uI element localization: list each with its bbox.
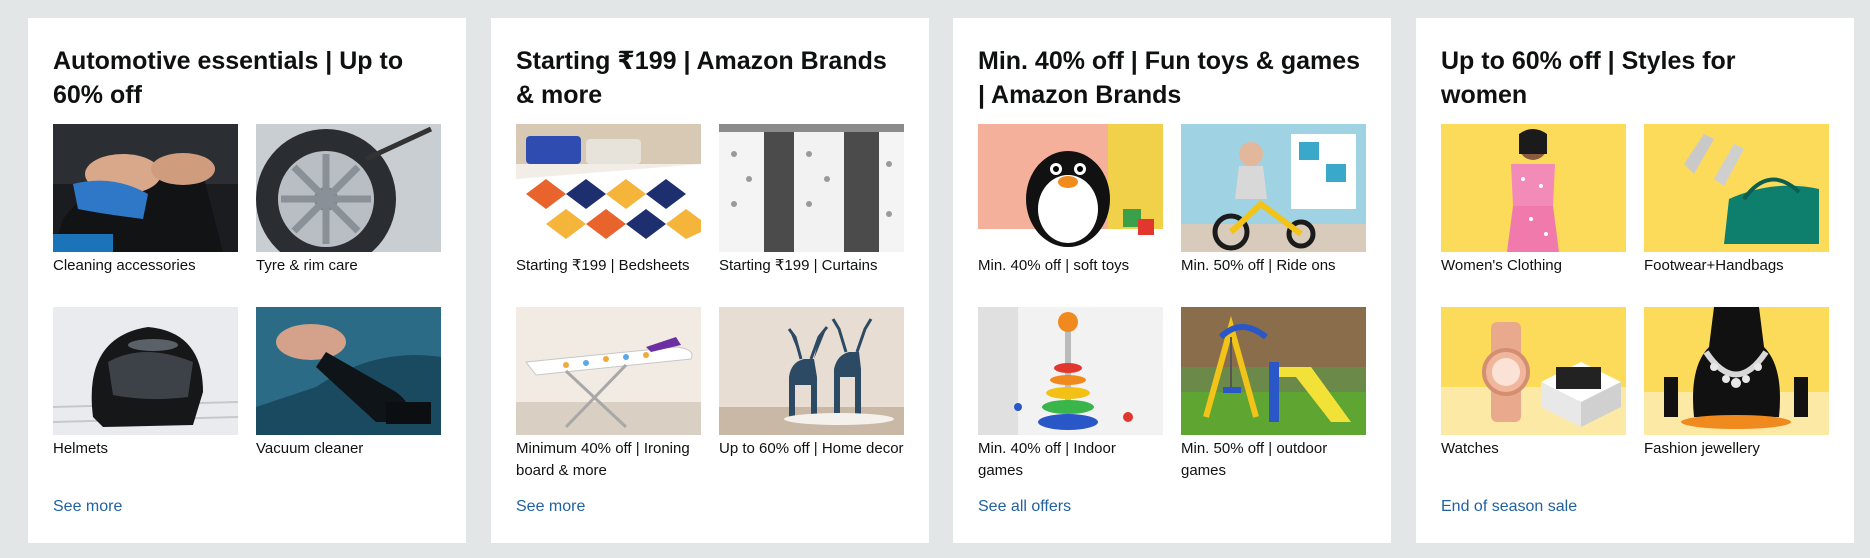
tile-ironing-board[interactable]: Minimum 40% off | Ironing board & more bbox=[516, 307, 701, 482]
tile-home-decor[interactable]: Up to 60% off | Home decor bbox=[719, 307, 904, 460]
necklace-image[interactable] bbox=[1644, 307, 1829, 435]
tile-fashion-jewellery[interactable]: Fashion jewellery bbox=[1644, 307, 1829, 460]
car-cleaning-image[interactable] bbox=[53, 124, 238, 252]
card-title: Automotive essentials | Up to 60% off bbox=[53, 47, 404, 109]
tile-label: Watches bbox=[1441, 440, 1499, 457]
card-title: Min. 40% off | Fun toys & games | Amazon… bbox=[978, 47, 1361, 109]
tile-label: Tyre & rim care bbox=[256, 257, 358, 274]
tile-curtains[interactable]: Starting ₹199 | Curtains bbox=[719, 124, 904, 277]
tile-watches[interactable]: Watches bbox=[1441, 307, 1626, 460]
tile-label: Min. 40% off | Indoor games bbox=[978, 440, 1116, 479]
tile-outdoor-games[interactable]: Min. 50% off | outdoor games bbox=[1181, 307, 1366, 482]
card-automotive: Automotive essentials | Up to 60% off Cl… bbox=[28, 18, 466, 543]
tile-label: Helmets bbox=[53, 440, 109, 457]
card-women-styles: Up to 60% off | Styles for women Women's… bbox=[1416, 18, 1854, 543]
tile-cleaning-accessories[interactable]: Cleaning accessories bbox=[53, 124, 238, 277]
tile-ride-ons[interactable]: Min. 50% off | Ride ons bbox=[1181, 124, 1366, 277]
tile-label: Starting ₹199 | Bedsheets bbox=[516, 257, 690, 274]
tyre-rim-image[interactable] bbox=[256, 124, 441, 252]
curtains-image[interactable] bbox=[719, 124, 904, 252]
tile-footwear-handbags[interactable]: Footwear+Handbags bbox=[1644, 124, 1829, 277]
tile-label: Vacuum cleaner bbox=[256, 440, 364, 457]
card-toys-games: Min. 40% off | Fun toys & games | Amazon… bbox=[953, 18, 1391, 543]
tricycle-image[interactable] bbox=[1181, 124, 1366, 252]
bedsheet-image[interactable] bbox=[516, 124, 701, 252]
see-more-link[interactable]: See more bbox=[516, 498, 585, 516]
penguin-soft-toy-image[interactable] bbox=[978, 124, 1163, 252]
see-all-offers-link[interactable]: See all offers bbox=[978, 498, 1071, 516]
tile-label: Women's Clothing bbox=[1441, 257, 1562, 274]
tile-label: Up to 60% off | Home decor bbox=[719, 440, 904, 457]
deer-decor-image[interactable] bbox=[719, 307, 904, 435]
tile-label: Footwear+Handbags bbox=[1644, 257, 1784, 274]
end-of-season-sale-link[interactable]: End of season sale bbox=[1441, 498, 1577, 516]
ironing-board-image[interactable] bbox=[516, 307, 701, 435]
tile-vacuum-cleaner[interactable]: Vacuum cleaner bbox=[256, 307, 441, 460]
watch-image[interactable] bbox=[1441, 307, 1626, 435]
vacuum-cleaner-image[interactable] bbox=[256, 307, 441, 435]
swing-slide-image[interactable] bbox=[1181, 307, 1366, 435]
tile-label: Min. 50% off | Ride ons bbox=[1181, 257, 1336, 274]
tile-tyre-rim-care[interactable]: Tyre & rim care bbox=[256, 124, 441, 277]
see-more-link[interactable]: See more bbox=[53, 498, 122, 516]
tile-label: Fashion jewellery bbox=[1644, 440, 1760, 457]
tile-womens-clothing[interactable]: Women's Clothing bbox=[1441, 124, 1626, 277]
card-amazon-brands: Starting ₹199 | Amazon Brands & more Sta… bbox=[491, 18, 929, 543]
card-title: Starting ₹199 | Amazon Brands & more bbox=[516, 47, 887, 109]
tile-label: Min. 40% off | soft toys bbox=[978, 257, 1130, 274]
womens-clothing-image[interactable] bbox=[1441, 124, 1626, 252]
footwear-handbag-image[interactable] bbox=[1644, 124, 1829, 252]
tile-label: Min. 50% off | outdoor games bbox=[1181, 440, 1328, 479]
tile-label: Cleaning accessories bbox=[53, 257, 196, 274]
tile-indoor-games[interactable]: Min. 40% off | Indoor games bbox=[978, 307, 1163, 482]
stacking-toy-image[interactable] bbox=[978, 307, 1163, 435]
helmet-image[interactable] bbox=[53, 307, 238, 435]
tile-label: Minimum 40% off | Ironing board & more bbox=[516, 440, 690, 479]
tile-soft-toys[interactable]: Min. 40% off | soft toys bbox=[978, 124, 1163, 277]
tile-helmets[interactable]: Helmets bbox=[53, 307, 238, 460]
tile-bedsheets[interactable]: Starting ₹199 | Bedsheets bbox=[516, 124, 701, 277]
tile-label: Starting ₹199 | Curtains bbox=[719, 257, 878, 274]
card-title: Up to 60% off | Styles for women bbox=[1441, 47, 1736, 109]
